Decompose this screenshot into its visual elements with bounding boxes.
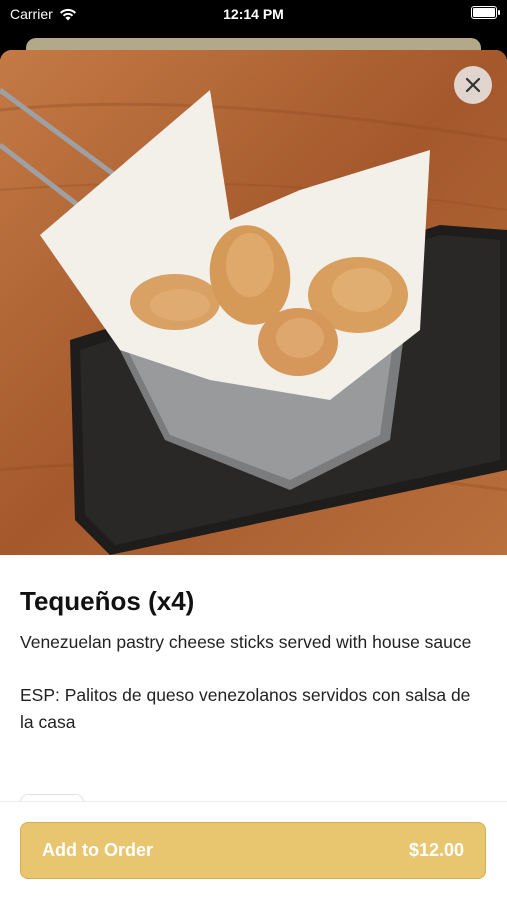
close-button[interactable] <box>454 66 492 104</box>
order-footer: Add to Order $12.00 <box>0 801 507 900</box>
order-price: $12.00 <box>408 840 464 860</box>
status-right <box>471 6 500 19</box>
add-to-order-label: Add to Order <box>42 840 153 860</box>
status-bar: Carrier 12:14 PM <box>0 0 507 30</box>
item-description-es: ESP: Palitos de queso venezolanos servid… <box>20 685 471 732</box>
item-content: Tequeños (x4) Venezuelan pastry cheese s… <box>20 586 487 736</box>
item-title: Tequeños (x4) <box>20 586 195 616</box>
status-time: 12:14 PM <box>223 6 284 22</box>
add-to-order-button[interactable]: Add to Order $12.00 <box>20 822 486 879</box>
close-icon <box>465 77 481 93</box>
item-photo <box>0 50 507 555</box>
food-photo-icon <box>0 50 507 555</box>
item-description: Venezuelan pastry cheese sticks served w… <box>20 632 472 652</box>
battery-icon <box>471 6 500 19</box>
item-detail-sheet: Tequeños (x4) Venezuelan pastry cheese s… <box>0 50 507 900</box>
